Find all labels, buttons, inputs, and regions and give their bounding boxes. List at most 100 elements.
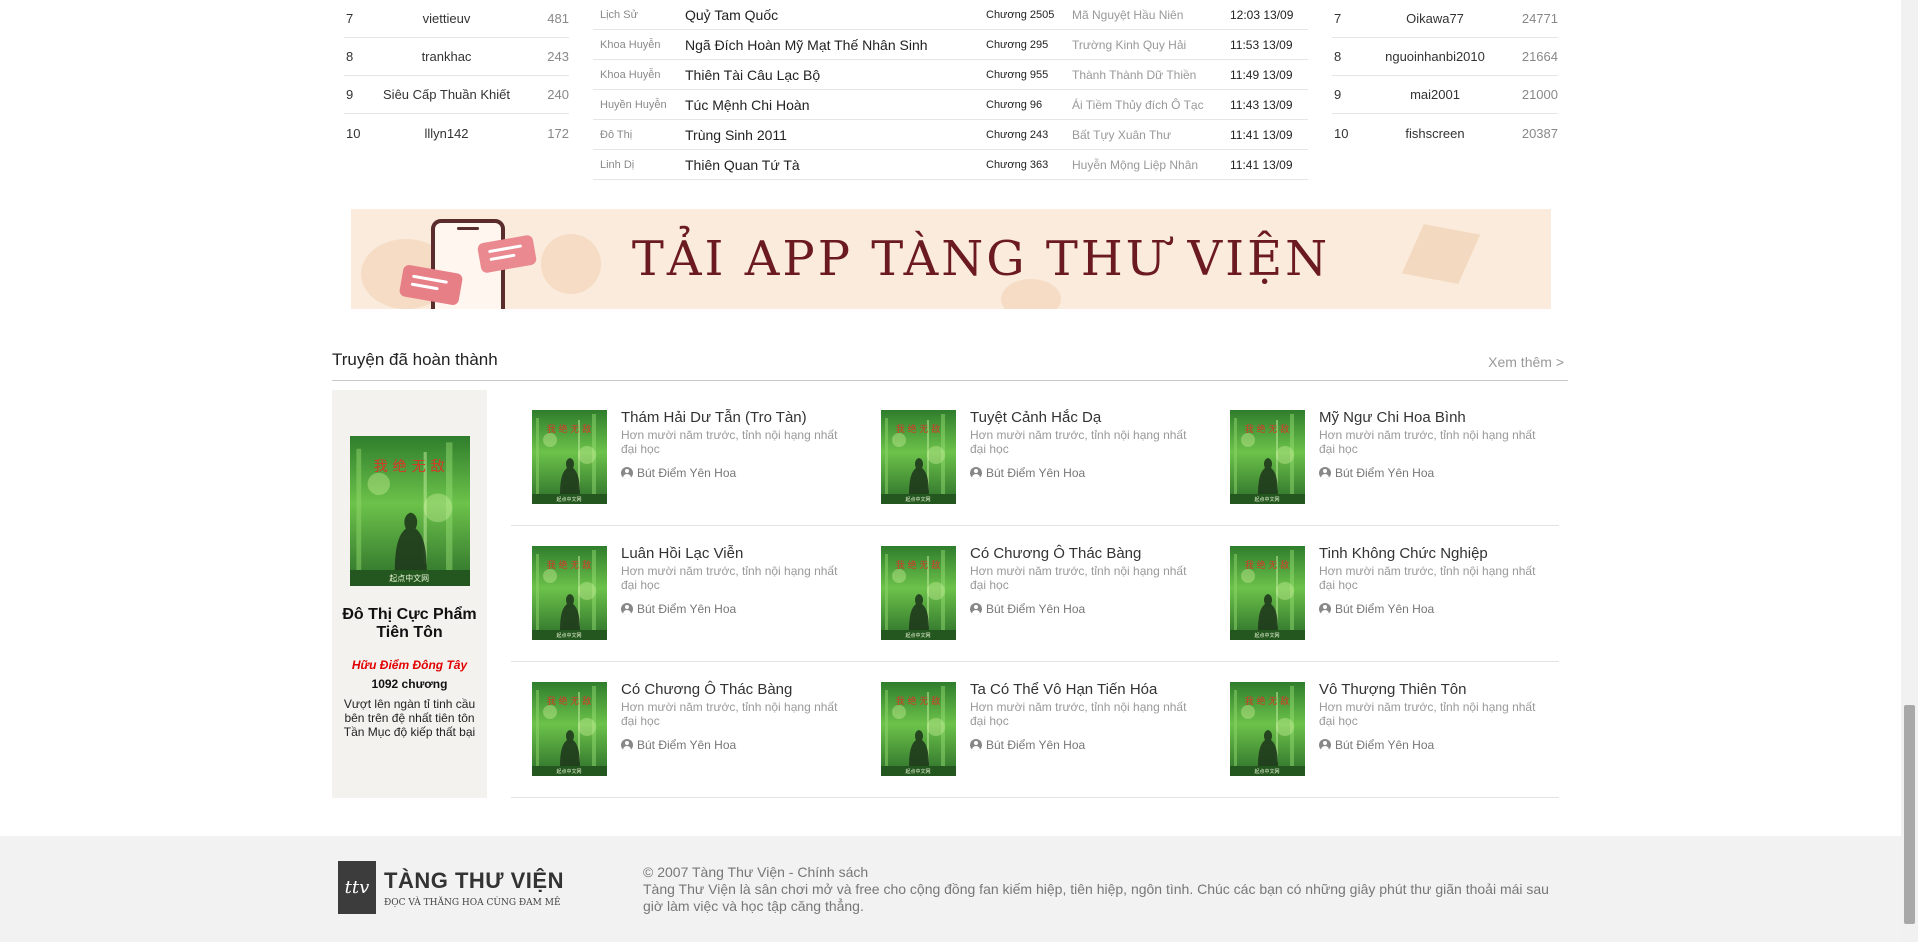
- user-name[interactable]: Oikawa77: [1360, 11, 1510, 26]
- book-cover[interactable]: [1230, 546, 1305, 640]
- book-card[interactable]: Có Chương Ô Thác Bàng Hơn mười năm trước…: [511, 662, 860, 797]
- update-time: 11:41 13/09: [1230, 157, 1293, 172]
- update-chapter[interactable]: Chương 955: [986, 69, 1072, 81]
- book-title[interactable]: Tuyệt Cảnh Hắc Dạ: [970, 410, 1196, 426]
- user-name[interactable]: trankhac: [372, 49, 521, 64]
- update-chapter[interactable]: Chương 243: [986, 129, 1072, 141]
- book-author[interactable]: Bút Điểm Yên Hoa: [1319, 738, 1545, 752]
- rank-number: 7: [1334, 11, 1342, 26]
- user-name[interactable]: lllyn142: [372, 126, 521, 141]
- site-logo[interactable]: ttv TÀNG THƯ VIỆN ĐỌC VÀ THĂNG HOA CÙNG …: [338, 861, 564, 914]
- book-title[interactable]: Vô Thượng Thiên Tôn: [1319, 682, 1545, 698]
- book-description: Hơn mười năm trước, tỉnh nội hạng nhất đ…: [621, 428, 838, 456]
- book-author[interactable]: Bút Điểm Yên Hoa: [621, 738, 847, 752]
- featured-book-cover[interactable]: [350, 436, 470, 586]
- update-title[interactable]: Thiên Quan Tứ Tà: [685, 157, 986, 173]
- book-card[interactable]: Tinh Không Chức Nghiệp Hơn mười năm trướ…: [1209, 526, 1558, 661]
- ranking-row[interactable]: 9 Siêu Cấp Thuần Khiết 240: [344, 76, 569, 114]
- page-scrollbar[interactable]: [1901, 0, 1918, 942]
- user-icon: [1319, 603, 1331, 615]
- book-card[interactable]: Vô Thượng Thiên Tôn Hơn mười năm trước, …: [1209, 662, 1558, 797]
- update-chapter[interactable]: Chương 2505: [986, 9, 1072, 21]
- update-author[interactable]: Mã Nguyệt Hầu Niên: [1072, 8, 1230, 22]
- update-genre[interactable]: Đô Thị: [593, 129, 685, 141]
- update-author[interactable]: Huyễn Mộng Liệp Nhân: [1072, 158, 1230, 172]
- book-card[interactable]: Tuyệt Cảnh Hắc Dạ Hơn mười năm trước, tỉ…: [860, 390, 1209, 525]
- book-author[interactable]: Bút Điểm Yên Hoa: [621, 466, 847, 480]
- book-card[interactable]: Thám Hải Dư Tẫn (Tro Tàn) Hơn mười năm t…: [511, 390, 860, 525]
- update-title[interactable]: Thiên Tài Câu Lạc Bộ: [685, 67, 986, 83]
- update-genre[interactable]: Linh Dị: [593, 159, 685, 171]
- user-name[interactable]: viettieuv: [372, 11, 521, 26]
- book-cover[interactable]: [532, 410, 607, 504]
- completed-books-grid: Thám Hải Dư Tẫn (Tro Tàn) Hơn mười năm t…: [511, 390, 1559, 798]
- book-card[interactable]: Luân Hồi Lạc Viễn Hơn mười năm trước, tỉ…: [511, 526, 860, 661]
- book-cover[interactable]: [1230, 410, 1305, 504]
- book-title[interactable]: Tinh Không Chức Nghiệp: [1319, 546, 1545, 562]
- book-author[interactable]: Bút Điểm Yên Hoa: [1319, 602, 1545, 616]
- book-row: Có Chương Ô Thác Bàng Hơn mười năm trước…: [511, 662, 1559, 798]
- rank-number: 10: [346, 125, 361, 141]
- update-author[interactable]: Trường Kinh Quy Hải: [1072, 38, 1230, 52]
- ranking-row[interactable]: 9 mai2001 21000: [1332, 76, 1558, 114]
- book-card[interactable]: Có Chương Ô Thác Bàng Hơn mười năm trước…: [860, 526, 1209, 661]
- book-author[interactable]: Bút Điểm Yên Hoa: [970, 466, 1196, 480]
- book-author[interactable]: Bút Điểm Yên Hoa: [970, 602, 1196, 616]
- book-title[interactable]: Có Chương Ô Thác Bàng: [621, 682, 847, 698]
- update-genre[interactable]: Khoa Huyễn: [593, 39, 685, 51]
- user-icon: [970, 603, 982, 615]
- user-name[interactable]: nguoinhanbi2010: [1360, 49, 1510, 64]
- book-description: Hơn mười năm trước, tỉnh nội hạng nhất đ…: [1319, 700, 1536, 728]
- update-title[interactable]: Quỷ Tam Quốc: [685, 7, 986, 23]
- see-more-link[interactable]: Xem thêm >: [1488, 350, 1568, 370]
- update-chapter[interactable]: Chương 96: [986, 99, 1072, 111]
- update-author[interactable]: Thành Thành Dữ Thiền: [1072, 68, 1230, 82]
- book-author[interactable]: Bút Điểm Yên Hoa: [621, 602, 847, 616]
- update-author[interactable]: Bất Tựy Xuân Thư: [1072, 128, 1230, 142]
- user-name[interactable]: fishscreen: [1360, 126, 1510, 141]
- featured-book-author[interactable]: Hữu Điểm Đông Tây: [332, 658, 487, 672]
- book-title[interactable]: Ta Có Thể Vô Hạn Tiến Hóa: [970, 682, 1196, 698]
- book-cover[interactable]: [881, 546, 956, 640]
- book-cover[interactable]: [881, 682, 956, 776]
- book-title[interactable]: Thám Hải Dư Tẫn (Tro Tàn): [621, 410, 847, 426]
- book-author[interactable]: Bút Điểm Yên Hoa: [970, 738, 1196, 752]
- ranking-row[interactable]: 10 lllyn142 172: [344, 114, 569, 152]
- ranking-row[interactable]: 7 viettieuv 481: [344, 0, 569, 38]
- ranking-row[interactable]: 7 Oikawa77 24771: [1332, 0, 1558, 38]
- copyright-line[interactable]: © 2007 Tàng Thư Viện - Chính sách: [643, 864, 1563, 881]
- ranking-row[interactable]: 8 nguoinhanbi2010 21664: [1332, 38, 1558, 76]
- update-genre[interactable]: Huyền Huyễn: [593, 99, 685, 111]
- update-chapter[interactable]: Chương 363: [986, 159, 1072, 171]
- update-genre[interactable]: Lịch Sử: [593, 9, 685, 21]
- scrollbar-thumb[interactable]: [1904, 705, 1915, 924]
- download-app-banner[interactable]: TẢI APP TÀNG THƯ VIỆN: [351, 209, 1551, 309]
- book-cover[interactable]: [881, 410, 956, 504]
- featured-book[interactable]: Đô Thị Cực Phẩm Tiên Tôn Hữu Điểm Đông T…: [332, 390, 487, 798]
- featured-book-title[interactable]: Đô Thị Cực Phẩm Tiên Tôn: [332, 606, 487, 642]
- book-title[interactable]: Có Chương Ô Thác Bàng: [970, 546, 1196, 562]
- book-author-name: Bút Điểm Yên Hoa: [1335, 466, 1435, 480]
- book-cover[interactable]: [532, 682, 607, 776]
- update-title[interactable]: Túc Mệnh Chi Hoàn: [685, 97, 986, 113]
- left-ranking-list: 7 viettieuv 481 8 trankhac 243 9 Siêu Cấ…: [344, 0, 569, 152]
- update-author[interactable]: Ái Tiềm Thủy đích Ô Tạc: [1072, 98, 1230, 112]
- book-cover[interactable]: [1230, 682, 1305, 776]
- book-author[interactable]: Bút Điểm Yên Hoa: [1319, 466, 1545, 480]
- update-chapter[interactable]: Chương 295: [986, 39, 1072, 51]
- book-title[interactable]: Luân Hồi Lạc Viễn: [621, 546, 847, 562]
- ranking-row[interactable]: 8 trankhac 243: [344, 38, 569, 76]
- user-name[interactable]: Siêu Cấp Thuần Khiết: [372, 87, 521, 102]
- book-title[interactable]: Mỹ Ngư Chi Hoa Bình: [1319, 410, 1545, 426]
- user-name[interactable]: mai2001: [1360, 87, 1510, 102]
- update-row: Khoa Huyễn Ngã Đích Hoàn Mỹ Mạt Thế Nhân…: [593, 30, 1308, 60]
- update-title[interactable]: Ngã Đích Hoàn Mỹ Mạt Thế Nhân Sinh: [685, 37, 986, 53]
- rank-number: 8: [346, 49, 354, 64]
- book-card[interactable]: Ta Có Thể Vô Hạn Tiến Hóa Hơn mười năm t…: [860, 662, 1209, 797]
- update-title[interactable]: Trùng Sinh 2011: [685, 127, 986, 143]
- ranking-row[interactable]: 10 fishscreen 20387: [1332, 114, 1558, 152]
- book-author-name: Bút Điểm Yên Hoa: [1335, 602, 1435, 616]
- update-genre[interactable]: Khoa Huyễn: [593, 69, 685, 81]
- book-card[interactable]: Mỹ Ngư Chi Hoa Bình Hơn mười năm trước, …: [1209, 390, 1558, 525]
- book-cover[interactable]: [532, 546, 607, 640]
